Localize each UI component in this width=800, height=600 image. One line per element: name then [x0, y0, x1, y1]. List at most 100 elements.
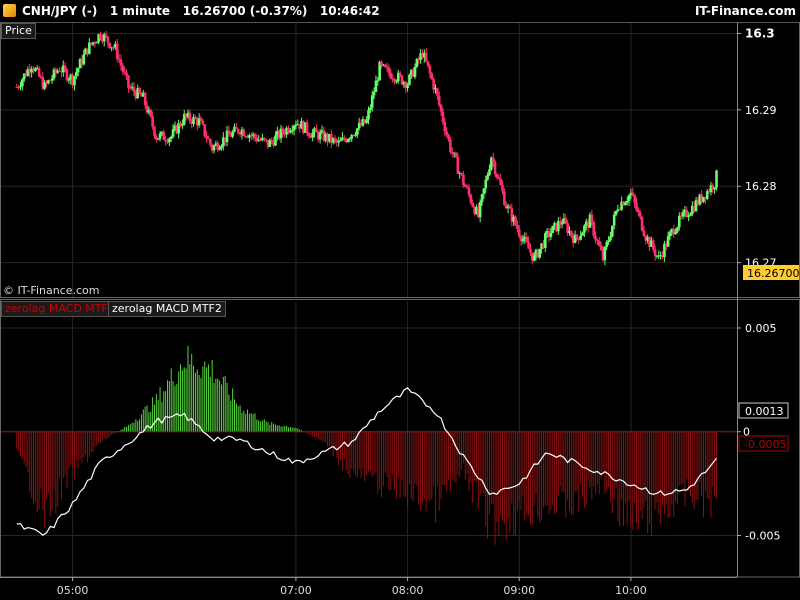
candle-body: [231, 131, 234, 137]
candle-body: [705, 190, 709, 199]
candle-body: [424, 52, 428, 62]
candle-body: [594, 235, 597, 240]
indicator-label-1[interactable]: zerolag MACD MTF: [1, 301, 112, 317]
candle-body: [685, 209, 689, 217]
value-badges: 16.26700 0.0013 -0.0005: [738, 265, 800, 452]
candle-body: [389, 72, 393, 79]
candle-body: [521, 239, 525, 242]
candle-body: [551, 225, 555, 233]
candle-body: [376, 80, 380, 82]
candle-body: [164, 139, 167, 142]
candle-body: [596, 239, 599, 241]
price-y-axis: 16.316.2916.2816.27: [737, 26, 777, 270]
candle-body: [439, 105, 443, 112]
candle-body: [614, 210, 618, 215]
macd-histogram: [0, 345, 737, 545]
candle-body: [73, 76, 76, 86]
candle-body: [624, 202, 627, 206]
candle-body: [529, 248, 532, 253]
candle-body: [463, 184, 467, 187]
candle-body: [333, 138, 337, 140]
candle-body: [374, 80, 378, 93]
candle-body: [19, 86, 22, 88]
candle-body: [236, 128, 240, 134]
candle-body: [638, 212, 642, 217]
candle-body: [495, 174, 499, 178]
candle-body: [635, 202, 638, 211]
candle-body: [687, 215, 690, 217]
candle-body: [95, 42, 99, 44]
candle-body: [315, 128, 318, 133]
candle-body: [318, 132, 322, 140]
indicator-y-tick-label-0: 0.005: [745, 322, 777, 335]
price-pane-label[interactable]: Price: [1, 23, 36, 39]
candle-body: [469, 194, 473, 203]
candle-body: [199, 118, 203, 121]
candle-body: [516, 224, 519, 230]
candle-body: [383, 64, 387, 68]
candle-body: [503, 191, 506, 205]
candle-body: [428, 65, 432, 74]
candle-body: [467, 187, 471, 195]
instrument-name: CNH/JPY (-): [22, 4, 98, 18]
candle-body: [544, 233, 547, 248]
candle-body: [443, 121, 447, 132]
candle-body: [365, 119, 368, 123]
price-change: 16.26700 (-0.37%): [182, 4, 308, 18]
candle-body: [218, 148, 221, 150]
candle-body: [262, 137, 266, 140]
title-bar: CNH/JPY (-) 1 minute 16.26700 (-0.37%) 1…: [0, 0, 800, 23]
candle-body: [633, 195, 636, 203]
candle-body: [132, 86, 136, 92]
candle-body: [462, 174, 465, 185]
candle-body: [715, 170, 718, 188]
candle-body: [454, 152, 458, 157]
candle-body: [156, 138, 160, 140]
candle-body: [527, 241, 530, 249]
candle-body: [538, 248, 542, 258]
chart-canvas[interactable]: 16.316.2916.2816.27 0.0050-0.005 05:00 07…: [0, 0, 800, 600]
candle-body: [493, 161, 497, 175]
candle-body: [104, 34, 108, 37]
candle-body: [203, 124, 207, 136]
hist-badge: -0.0005: [744, 438, 786, 451]
candle-body: [570, 230, 573, 236]
x-tick-label-1: 07:00: [280, 584, 312, 597]
candle-body: [67, 79, 71, 81]
candle-body: [209, 139, 212, 145]
candle-body: [21, 79, 24, 87]
candle-body: [460, 172, 463, 175]
candle-body: [227, 130, 231, 135]
candle-body: [651, 240, 655, 250]
candle-body: [393, 78, 396, 82]
candle-body: [212, 145, 216, 151]
candle-body: [194, 116, 197, 120]
indicator-label-2[interactable]: zerolag MACD MTF2: [108, 301, 226, 317]
candle-body: [579, 235, 582, 240]
candle-body: [514, 216, 517, 225]
x-tick-label-4: 10:00: [615, 584, 647, 597]
candle-body: [281, 128, 285, 134]
candle-body: [346, 139, 350, 142]
candle-body: [482, 188, 486, 195]
candle-body: [501, 184, 504, 192]
candle-body: [590, 214, 594, 222]
candle-body: [456, 156, 460, 174]
candle-body: [605, 242, 609, 248]
candle-body: [169, 136, 173, 139]
candle-body: [99, 34, 102, 39]
candle-body: [162, 131, 166, 140]
candle-body: [525, 236, 528, 242]
candle-body: [143, 92, 147, 106]
candle-body: [432, 78, 435, 90]
candle-body: [153, 126, 156, 137]
candle-body: [581, 232, 584, 236]
candle-body: [387, 67, 391, 73]
candle-body: [447, 134, 450, 140]
candle-body: [188, 112, 192, 121]
candle-body: [270, 139, 274, 142]
candle-body: [681, 212, 685, 217]
candle-body: [607, 240, 610, 243]
candle-body: [674, 231, 677, 235]
x-tick-label-2: 08:00: [392, 584, 424, 597]
